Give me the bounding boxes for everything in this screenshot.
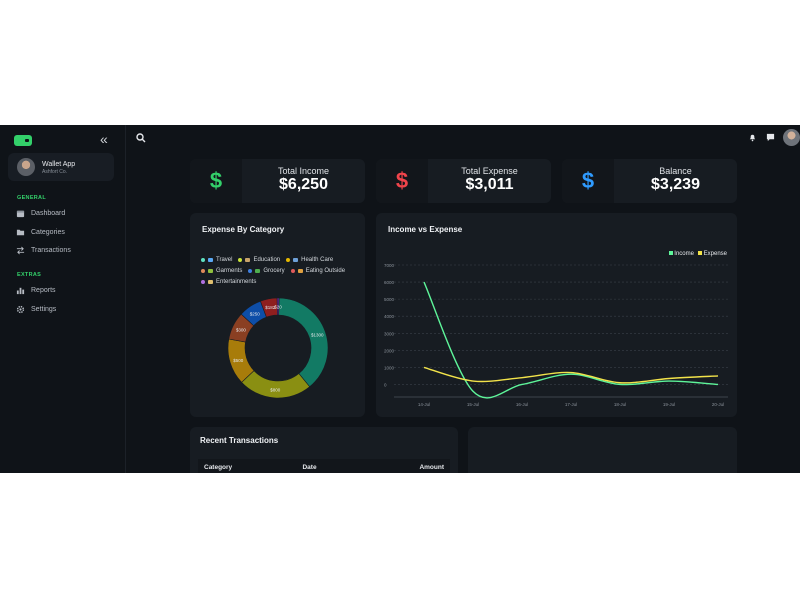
sidebar-item-label: Settings [31,305,57,313]
stat-label: Total Income [277,166,330,176]
legend-item-garments[interactable]: Garments [201,268,242,274]
bell-icon[interactable] [748,133,757,142]
y-tick-label: 2000 [384,348,395,353]
collapse-sidebar-icon[interactable]: « [100,132,108,146]
x-tick-label: 19-Jul [663,402,675,407]
y-tick-label: 4000 [384,314,395,319]
search-icon[interactable] [136,133,146,143]
sidebar: « Wallet App Ashfort Co. GENERAL Dashboa… [0,125,126,473]
stat-card-expense: $ Total Expense $3,011 [376,159,551,203]
y-tick-label: 7000 [384,263,395,268]
x-tick-label: 18-Jul [614,402,626,407]
legend-item-eating-outside[interactable]: Eating Outside [290,268,345,274]
stat-label: Balance [659,166,692,176]
section-general-title: GENERAL [17,195,46,201]
card-title: Recent Transactions [200,436,279,445]
dollar-icon: $ [376,159,428,203]
sidebar-item-settings[interactable]: Settings [16,303,56,315]
column-header-category[interactable]: Category [198,459,297,473]
income-vs-expense-card: Income vs Expense Income Expense 0 1000 20… [376,213,737,417]
sidebar-item-transactions[interactable]: Transactions [16,244,71,256]
x-tick-label: 15-Jul [467,402,479,407]
dollar-icon: $ [562,159,614,203]
donut-data-label: $300 [236,327,247,332]
y-tick-label: 3000 [384,331,395,336]
avatar [17,158,35,176]
y-tick-label: 0 [384,382,387,387]
x-tick-label: 14-Jul [418,402,430,407]
card-title: Income vs Expense [388,225,463,234]
expense-donut-chart: $1300$800$500$300$250$182 $20 [227,297,329,399]
donut-data-label: $1300 [311,332,324,337]
sidebar-item-label: Dashboard [31,209,66,217]
stat-value: $6,250 [279,176,328,193]
category-legend: Travel Education Health Care Garments Gr… [201,257,361,290]
x-tick-label: 17-Jul [565,402,577,407]
calendar-icon [16,210,25,217]
dollar-icon: $ [190,159,242,203]
donut-data-label: $800 [270,387,281,392]
chat-icon[interactable] [766,133,775,142]
sidebar-item-label: Reports [31,286,56,294]
wallet-logo-icon [14,135,32,146]
donut-data-label: $20 [274,305,282,310]
secondary-panel [468,427,737,473]
app-window: « Wallet App Ashfort Co. GENERAL Dashboa… [0,125,800,473]
x-tick-label: 20-Jul [712,402,724,407]
sidebar-item-categories[interactable]: Categories [16,226,65,238]
user-subtitle: Ashfort Co. [42,169,68,175]
expense-by-category-card: Expense By Category Travel Education Hea… [190,213,365,417]
table-header-row: Category Date Amount [198,459,450,473]
donut-data-label: $500 [233,358,244,363]
card-title: Expense By Category [202,225,285,234]
legend-item-travel[interactable]: Travel [201,257,232,263]
legend-item-health-care[interactable]: Health Care [286,257,333,263]
user-name: Wallet App [42,161,76,168]
stat-card-balance: $ Balance $3,239 [562,159,737,203]
income-expense-line-chart: 0 1000 2000 3000 4000 5000 6000 7000 14-Jul 15-Ju… [384,263,728,407]
donut-slice[interactable] [241,370,311,399]
section-extras-title: EXTRAS [17,272,42,278]
donut-data-label: $250 [250,312,261,317]
sidebar-item-dashboard[interactable]: Dashboard [16,207,65,219]
stat-card-income: $ Total Income $6,250 [190,159,365,203]
legend-item-entertainments[interactable]: Entertainments [201,279,256,285]
y-tick-label: 1000 [384,365,395,370]
folder-icon [16,229,25,235]
donut-slice[interactable] [278,297,329,388]
y-tick-label: 6000 [384,280,395,285]
sidebar-item-label: Categories [31,228,65,236]
user-card[interactable]: Wallet App Ashfort Co. [8,153,114,181]
recent-transactions-card: Recent Transactions Category Date Amount [190,427,458,473]
y-tick-label: 5000 [384,297,395,302]
column-header-date[interactable]: Date [296,459,361,473]
stat-value: $3,239 [651,176,700,193]
bar-chart-icon [16,287,25,294]
legend-item-grocery[interactable]: Grocery [248,268,285,274]
stat-value: $3,011 [465,176,514,193]
stat-label: Total Expense [461,166,518,176]
gear-icon [16,305,25,313]
sidebar-item-label: Transactions [31,246,71,254]
column-header-amount[interactable]: Amount [360,459,450,473]
profile-avatar[interactable] [783,129,800,146]
legend-item-education[interactable]: Education [238,257,280,263]
sidebar-item-reports[interactable]: Reports [16,284,56,296]
transactions-table: Category Date Amount [198,459,450,473]
x-tick-label: 16-Jul [516,402,528,407]
swap-icon [16,246,25,254]
